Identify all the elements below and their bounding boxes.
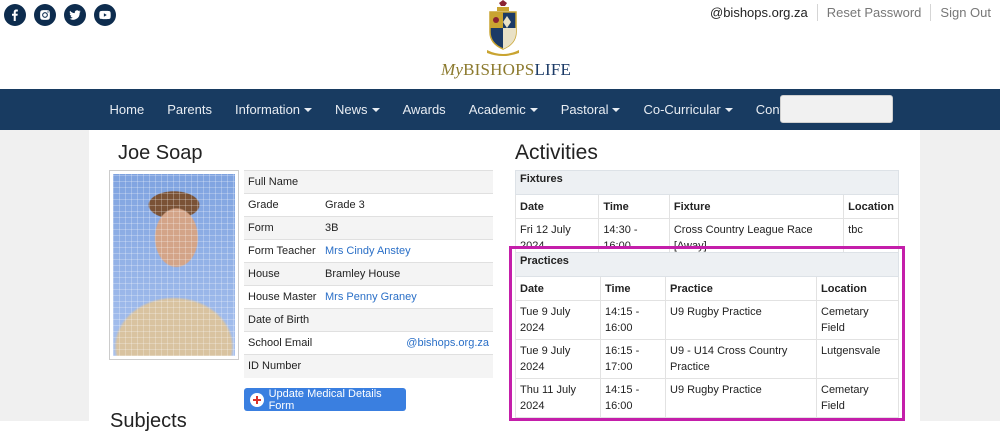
account-links: @bishops.org.za Reset Password Sign Out [701,4,1000,21]
fixtures-table: Fixtures Date Time Fixture Location Fri … [514,170,899,258]
house-master-link[interactable]: Mrs Penny Graney [325,291,417,303]
brand-bishops: BISHOPS [463,60,535,79]
col-location: Location [843,194,899,219]
info-value [321,308,493,332]
reset-password-link[interactable]: Reset Password [816,4,931,21]
info-row-date-of-birth: Date of Birth [244,308,493,332]
nav-awards-label: Awards [402,102,446,117]
info-label: Form [244,216,321,240]
search-input[interactable] [780,95,893,123]
nav-pastoral[interactable]: Pastoral [549,102,632,117]
sign-out-link[interactable]: Sign Out [930,4,1000,21]
info-row-school-email: School Email @bishops.org.za [244,331,493,355]
user-email: @bishops.org.za [710,5,808,20]
info-row-id-number: ID Number [244,354,493,378]
info-value: Grade 3 [321,193,493,217]
student-name: Joe Soap [118,142,203,164]
social-links [4,4,116,26]
twitter-icon[interactable] [64,4,86,26]
main-navbar: Home Parents Information News Awards Aca… [0,89,1000,130]
col-date: Date [514,194,600,219]
info-label: House Master [244,285,321,309]
nav-information-label: Information [235,102,301,117]
update-medical-details-label: Update Medical Details Form [268,387,382,412]
practices-highlight-box [509,246,905,421]
nav-news[interactable]: News [324,102,392,117]
nav-parents-label: Parents [167,102,212,117]
nav-awards[interactable]: Awards [391,102,457,117]
nav-information[interactable]: Information [224,102,324,117]
info-value: Bramley House [321,262,493,286]
brand-my: My [441,60,464,79]
update-medical-details-button[interactable]: Update Medical Details Form [244,387,406,412]
youtube-icon[interactable] [94,4,116,26]
info-label: Full Name [244,170,321,194]
info-label: Form Teacher [244,239,321,263]
info-row-grade: Grade Grade 3 [244,193,493,217]
info-row-form: Form 3B [244,216,493,240]
site-header: MyBISHOPSLIFE @bishops.org.za Reset Pass… [0,0,1000,89]
fixtures-header-row: Date Time Fixture Location [514,194,899,219]
student-photo [109,170,239,360]
info-label: ID Number [244,354,321,378]
info-label: Grade [244,193,321,217]
nav-academic-label: Academic [468,102,526,117]
nav-menu: Home Parents Information News Awards Aca… [98,89,832,130]
school-email-link[interactable]: @bishops.org.za [406,337,489,349]
chevron-down-icon [371,107,380,112]
info-label: School Email [244,331,321,355]
chevron-down-icon [724,107,733,112]
info-row-form-teacher: Form Teacher Mrs Cindy Anstey [244,239,493,263]
facebook-icon[interactable] [4,4,26,26]
school-crest-logo[interactable] [485,0,521,56]
subjects-heading: Subjects [110,410,187,432]
student-photo-image [113,174,235,356]
brand-life: LIFE [534,60,572,79]
info-label: Date of Birth [244,308,321,332]
info-label: House [244,262,321,286]
col-fixture: Fixture [668,194,845,219]
info-row-house-master: House Master Mrs Penny Graney [244,285,493,309]
chevron-down-icon [529,107,538,112]
info-value: 3B [321,216,493,240]
info-value [321,170,493,194]
nav-co-curricular-label: Co-Curricular [643,102,721,117]
activities-heading: Activities [515,141,598,164]
plus-circle-icon [250,392,264,407]
nav-co-curricular[interactable]: Co-Curricular [632,102,744,117]
nav-parents[interactable]: Parents [156,102,224,117]
info-row-house: House Bramley House [244,262,493,286]
info-row-full-name: Full Name [244,170,493,194]
nav-academic[interactable]: Academic [457,102,549,117]
site-brand[interactable]: MyBISHOPSLIFE [441,60,571,80]
info-value [321,354,493,378]
col-time: Time [598,194,670,219]
student-info-table: Full Name Grade Grade 3 Form 3B Form Tea… [244,170,493,378]
chevron-down-icon [304,107,313,112]
chevron-down-icon [612,107,621,112]
nav-home[interactable]: Home [98,102,156,117]
form-teacher-link[interactable]: Mrs Cindy Anstey [325,245,411,257]
nav-home-label: Home [109,102,145,117]
nav-news-label: News [335,102,368,117]
fixtures-title: Fixtures [515,170,899,195]
instagram-icon[interactable] [34,4,56,26]
nav-pastoral-label: Pastoral [560,102,609,117]
